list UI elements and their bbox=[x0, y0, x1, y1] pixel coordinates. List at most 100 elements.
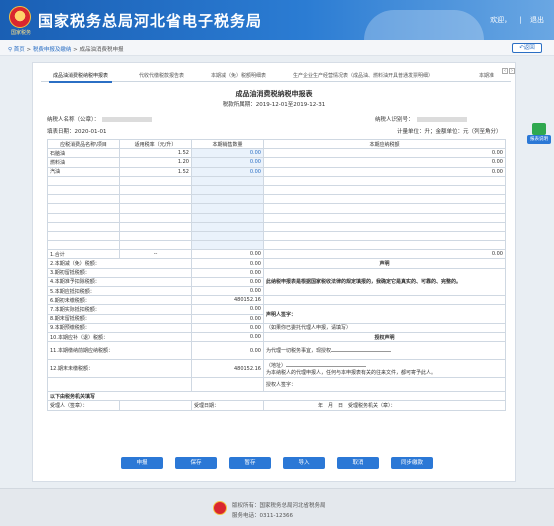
receiver-label: 受理人（签章）： bbox=[47, 400, 120, 411]
line-row: 2.本期减（免）税额： 0.00 声明 bbox=[47, 258, 506, 269]
line-row: 12.期末未缴税额： 480152.16 （地址） 为本纳税人的代理申报人，任何… bbox=[47, 359, 506, 379]
import-button[interactable]: 导入 bbox=[283, 457, 325, 469]
qty-input[interactable]: 0.00 bbox=[191, 166, 264, 177]
receive-date-label: 受理日期： bbox=[191, 400, 264, 411]
line-label: 4.本期准予扣除税额： bbox=[47, 276, 192, 288]
col-header-tax: 本期应纳税额 bbox=[263, 138, 506, 150]
line-label: 2.本期减（免）税额： bbox=[47, 258, 192, 269]
tax-emblem-logo bbox=[9, 6, 31, 28]
emblem-caption: 国家税务 bbox=[10, 30, 31, 36]
home-icon: ⚲ bbox=[8, 47, 13, 53]
tab-tax-relief-detail[interactable]: 本期减（免）税额明细表 bbox=[211, 72, 266, 79]
line-label: 9.本期预缴税额： bbox=[47, 322, 192, 333]
fill-date: 填表日期：2020-01-01 bbox=[47, 129, 107, 135]
line-row: 6.期初未缴税额： 480152.16 bbox=[47, 295, 506, 306]
line-label bbox=[47, 377, 192, 393]
rate-value: 1.52 bbox=[119, 148, 192, 159]
table-row: 燃料油 1.20 0.00 0.00 bbox=[47, 157, 506, 168]
header-separator: | bbox=[519, 16, 522, 24]
line-value: 480152.16 bbox=[191, 359, 264, 379]
empty-row bbox=[47, 184, 506, 196]
rate-value: 1.52 bbox=[119, 166, 192, 177]
total-label: 1.合计 bbox=[47, 249, 120, 260]
empty-row bbox=[47, 230, 506, 242]
breadcrumb-tax-filing[interactable]: 税费申报及缴纳 bbox=[33, 47, 72, 53]
line-row: 9.本期预缴税额： 0.00 （如果你已委托代理人申报，请填写） bbox=[47, 322, 506, 333]
back-button[interactable]: ↶返回 bbox=[512, 43, 542, 53]
empty-row bbox=[47, 175, 506, 186]
header-decoration bbox=[364, 10, 484, 40]
footer-copyright: 版权所有：国家税务总局河北省税务局 bbox=[232, 503, 326, 509]
unit-note: 计量单位：升；金额单位：元（列至角分） bbox=[397, 129, 502, 135]
tab-production-operation[interactable]: 生产企业生产经营情况表（成品油、燃料油开具普通发票明细） bbox=[293, 72, 433, 79]
product-name: 汽油 bbox=[47, 166, 120, 177]
table-header-row: 应税消费品名称\项目 适用税率（元/升） 本期销售数量 本期应纳税额 bbox=[47, 138, 506, 150]
welcome-text: 欢迎， bbox=[490, 16, 512, 24]
logout-link[interactable]: 退出 bbox=[530, 16, 544, 24]
declaration-text: 此纳税申报表是根据国家税收法律的规定填报的，我确定它是真实的、可靠的、完整的。 bbox=[263, 267, 506, 297]
empty-row bbox=[47, 240, 506, 251]
save-button[interactable]: 保存 bbox=[175, 457, 217, 469]
tab-withholding-report[interactable]: 代收代缴税款报告表 bbox=[139, 72, 184, 79]
spreadsheet-icon bbox=[532, 123, 546, 135]
table-row: 汽油 1.52 0.00 0.00 bbox=[47, 166, 506, 177]
tab-prev-icon[interactable]: ‹ bbox=[502, 68, 508, 74]
line-label: 5.本期应抵扣税额： bbox=[47, 285, 192, 297]
office-section-label: 以下由税务机关填写 bbox=[47, 391, 506, 402]
line-row: 授权人签字： bbox=[47, 377, 506, 393]
line-value: 0.00 bbox=[191, 304, 264, 315]
taxpayer-name-row: 纳税人名称（公章）： bbox=[47, 115, 153, 123]
authorizer-signature: 授权人签字： bbox=[263, 377, 506, 393]
tab-next-icon[interactable]: › bbox=[509, 68, 515, 74]
empty-row bbox=[47, 194, 506, 205]
tax-period: 税款所属期：2019-12-01至2019-12-31 bbox=[222, 102, 326, 108]
tab-scroll-controls: ‹ › bbox=[501, 68, 515, 74]
line-value: 0.00 bbox=[191, 285, 264, 297]
report-guide-button[interactable]: 报表说明 bbox=[527, 123, 551, 147]
tab-next[interactable]: 本期准 bbox=[479, 72, 494, 79]
line-row: 3.期初留抵税额： 0.00 此纳税申报表是根据国家税收法律的规定填报的，我确定… bbox=[47, 267, 506, 297]
tax-value: 0.00 bbox=[263, 157, 506, 168]
line-label: 6.期初未缴税额： bbox=[47, 295, 192, 306]
form-panel: 成品油消费税纳税申报表 代收代缴税款报告表 本期减（免）税额明细表 生产企业生产… bbox=[32, 62, 516, 482]
qty-input[interactable]: 0.00 bbox=[191, 148, 264, 159]
office-row: 受理人（签章）： 受理日期： 年 月 日 受理税务机关（章）： bbox=[47, 400, 506, 411]
tab-main-return[interactable]: 成品油消费税纳税申报表 bbox=[48, 72, 113, 83]
agent-note: （如果你已委托代理人申报，请填写） bbox=[263, 322, 506, 333]
form-title: 成品油消费税纳税申报表 bbox=[235, 90, 313, 98]
footer-hotline: 服务电话：0311-12366 bbox=[232, 513, 293, 519]
breadcrumb-bar: ⚲ 首页 > 税费申报及缴纳 > 成品油消费税申报 ↶返回 bbox=[0, 40, 554, 56]
declaration-title: 声明 bbox=[263, 258, 506, 269]
total-tax: 0.00 bbox=[263, 249, 506, 260]
taxpayer-id-redacted bbox=[416, 117, 467, 122]
tax-return-table: 应税消费品名称\项目 适用税率（元/升） 本期销售数量 本期应纳税额 石脑油 1… bbox=[47, 138, 506, 411]
line-value bbox=[191, 377, 264, 393]
site-title: 国家税务总局河北省电子税务局 bbox=[38, 12, 263, 30]
line-label: 7.本期实际抵扣税额： bbox=[47, 304, 192, 315]
sync-payment-button[interactable]: 同步缴款 bbox=[391, 457, 433, 469]
cancel-button[interactable]: 取消 bbox=[337, 457, 379, 469]
tax-value: 0.00 bbox=[263, 148, 506, 159]
report-guide-label: 报表说明 bbox=[527, 135, 551, 144]
line-value: 0.00 bbox=[191, 258, 264, 269]
line-value: 0.00 bbox=[191, 331, 264, 343]
line-value: 0.00 bbox=[191, 267, 264, 278]
user-area: 欢迎， | 退出 bbox=[484, 15, 544, 25]
qty-input[interactable]: 0.00 bbox=[191, 157, 264, 168]
product-name: 石脑油 bbox=[47, 148, 120, 159]
breadcrumb-home[interactable]: 首页 bbox=[14, 47, 25, 53]
submit-button[interactable]: 申报 bbox=[121, 457, 163, 469]
rate-value: 1.20 bbox=[119, 157, 192, 168]
line-value: 0.00 bbox=[191, 341, 264, 361]
line-row: 10.本期应补（退）税额： 0.00 授权声明 bbox=[47, 331, 506, 343]
app-header: 国家税务 国家税务总局河北省电子税务局 欢迎， | 退出 bbox=[0, 0, 554, 40]
line-row: 11.本期缴纳前期应纳税额： 0.00 为代理一切税务事宜，现授权 bbox=[47, 341, 506, 361]
line-label: 3.期初留抵税额： bbox=[47, 267, 192, 278]
temp-save-button[interactable]: 暂存 bbox=[229, 457, 271, 469]
footer-emblem-logo bbox=[213, 501, 227, 515]
empty-row bbox=[47, 212, 506, 223]
line-value: 0.00 bbox=[191, 276, 264, 288]
authorization-address: （地址） 为本纳税人的代理申报人，任何与本申报表有关的往来文件，都可寄予此人。 bbox=[263, 359, 506, 379]
action-bar: 申报 保存 暂存 导入 取消 同步缴款 bbox=[33, 457, 515, 471]
table-row: 石脑油 1.52 0.00 0.00 bbox=[47, 148, 506, 159]
